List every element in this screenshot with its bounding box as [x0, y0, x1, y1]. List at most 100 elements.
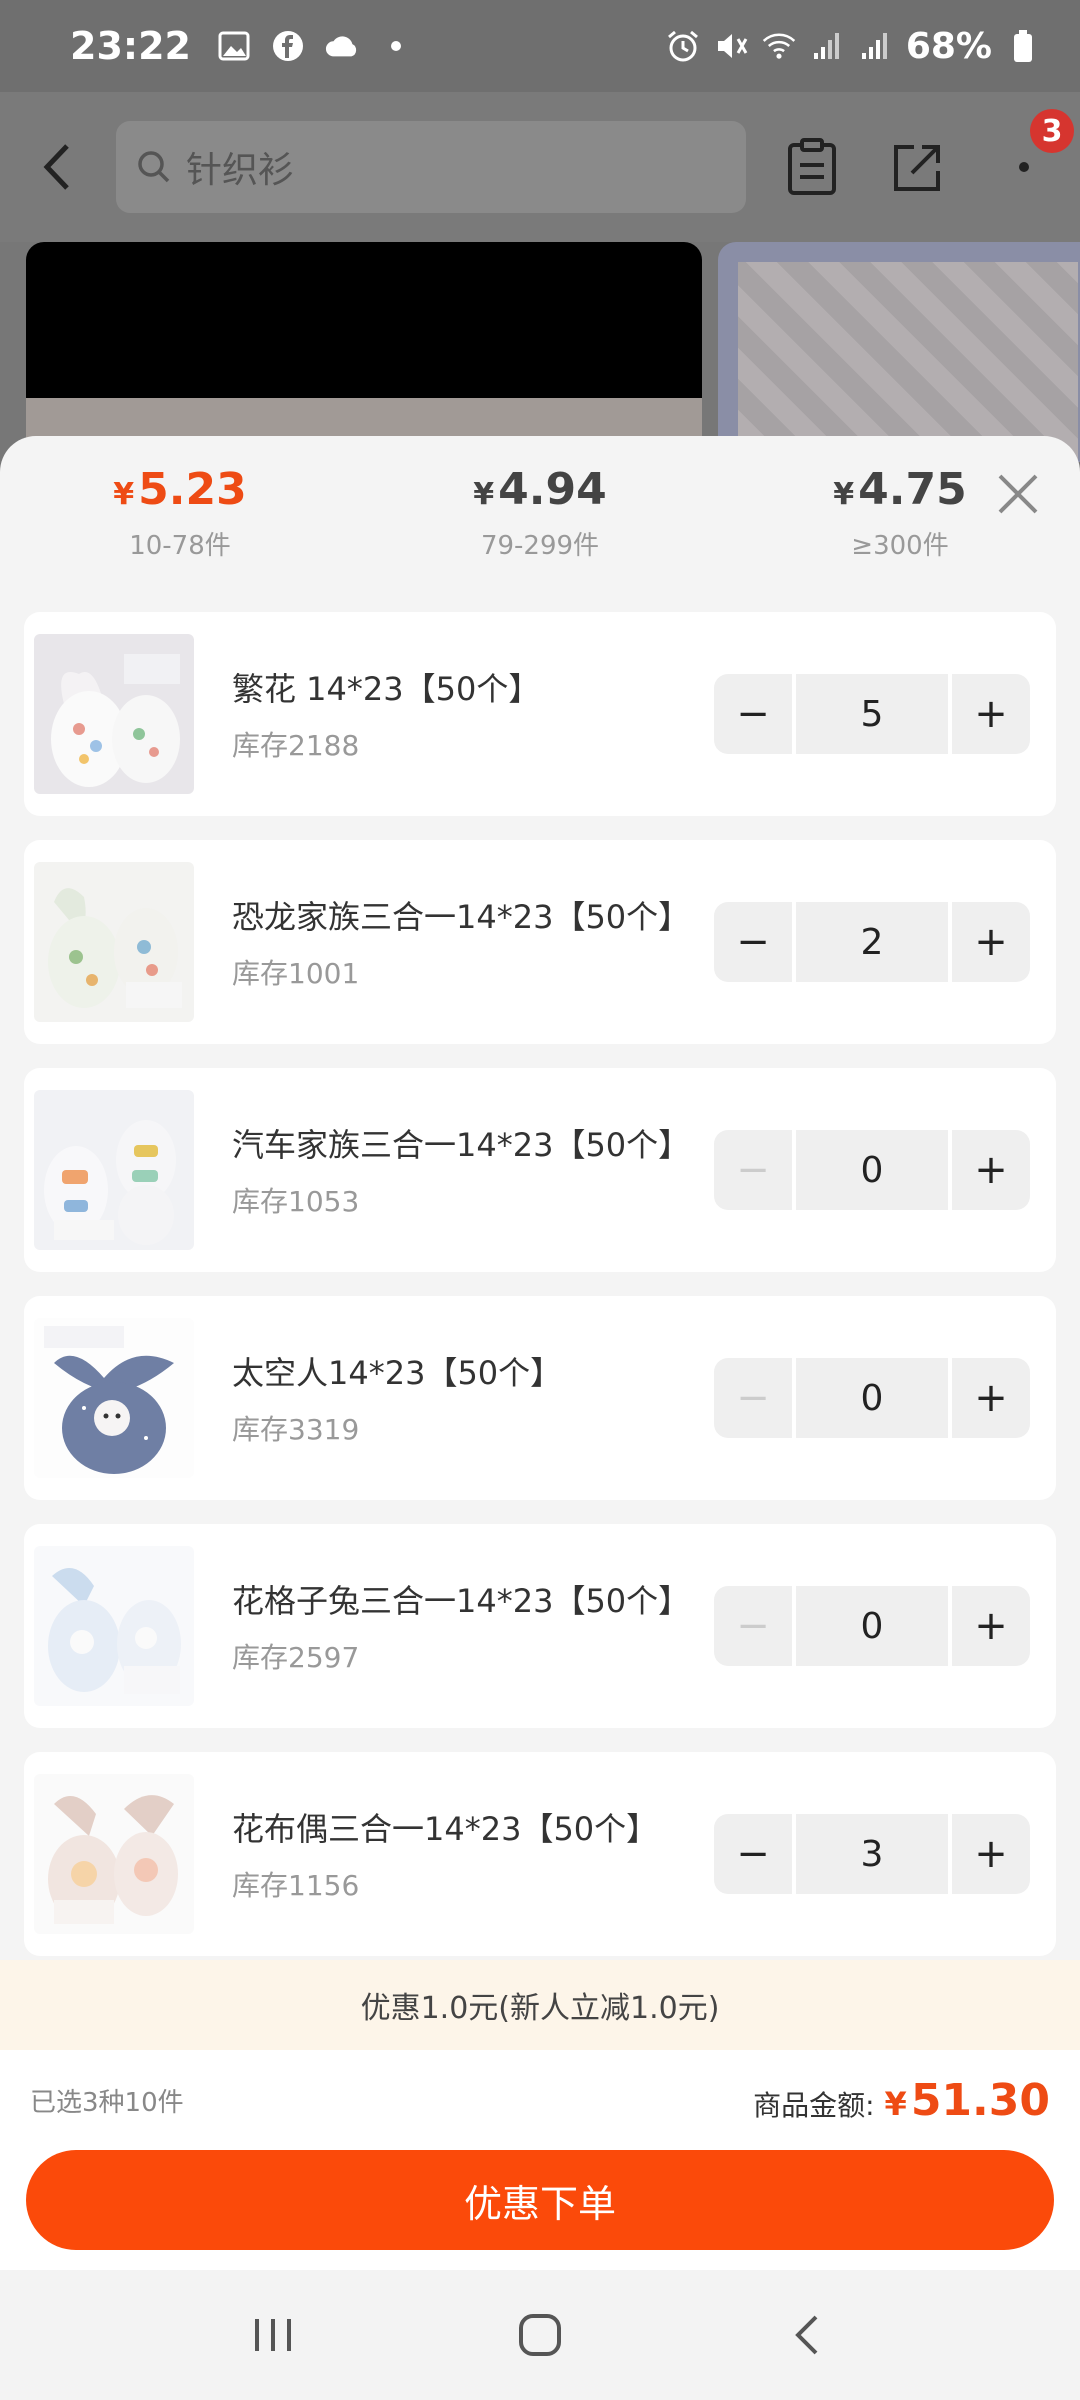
- sku-list: 繁花 14*23【50个】 库存2188 − 5 + 恐龙家族三合一14*23【…: [24, 612, 1056, 1980]
- battery-percent: 68%: [905, 25, 992, 67]
- decrease-button[interactable]: −: [714, 674, 792, 754]
- sku-thumbnail[interactable]: [34, 1318, 194, 1478]
- sku-row: 汽车家族三合一14*23【50个】 库存1053 − 0 +: [24, 1068, 1056, 1272]
- signal-icon: [858, 29, 892, 63]
- product-card[interactable]: [718, 242, 1080, 462]
- sku-name: 花布偶三合一14*23【50个】: [232, 1810, 659, 1848]
- sku-stock: 库存2597: [232, 1641, 360, 1674]
- back-arrow-icon: [43, 144, 69, 190]
- selected-count: 已选3种10件: [30, 2087, 184, 2118]
- quantity-input[interactable]: 0: [796, 1586, 948, 1666]
- system-nav-bar: [0, 2270, 1080, 2400]
- sku-thumbnail[interactable]: [34, 1546, 194, 1706]
- decrease-button[interactable]: −: [714, 1586, 792, 1666]
- tier-range: 10-78件: [129, 531, 231, 561]
- search-input[interactable]: 针织衫: [116, 121, 746, 213]
- increase-button[interactable]: +: [952, 1358, 1030, 1438]
- status-time: 23:22: [70, 24, 191, 68]
- sku-thumbnail[interactable]: [34, 634, 194, 794]
- status-bar: 23:22 68%: [0, 0, 1080, 92]
- recent-apps-icon: [255, 2319, 292, 2351]
- sku-row: 恐龙家族三合一14*23【50个】 库存1001 − 2 +: [24, 840, 1056, 1044]
- back-button[interactable]: [26, 137, 86, 197]
- quantity-stepper: − 0 +: [714, 1586, 1030, 1666]
- cart-badge: 3: [1030, 109, 1074, 153]
- quantity-input[interactable]: 0: [796, 1130, 948, 1210]
- clipboard-icon: [788, 138, 836, 195]
- gallery-icon: [217, 29, 251, 63]
- quantity-stepper: − 5 +: [714, 674, 1030, 754]
- tier-price: ¥4.94: [473, 464, 607, 515]
- cloud-icon: [325, 29, 359, 63]
- more-icon: [1019, 162, 1029, 172]
- share-icon: [894, 145, 940, 191]
- recent-apps-button[interactable]: [233, 2295, 313, 2375]
- quantity-input[interactable]: 2: [796, 902, 948, 982]
- sku-thumbnail[interactable]: [34, 1090, 194, 1250]
- promo-bar: 优惠1.0元(新人立减1.0元): [0, 1960, 1080, 2050]
- search-text: 针织衫: [186, 150, 295, 191]
- wifi-icon: [762, 29, 796, 63]
- mute-icon: [714, 29, 748, 63]
- sku-row: 花格子兔三合一14*23【50个】 库存2597 − 0 +: [24, 1524, 1056, 1728]
- quantity-stepper: − 0 +: [714, 1130, 1030, 1210]
- sku-name: 汽车家族三合一14*23【50个】: [232, 1126, 691, 1164]
- sku-stock: 库存1156: [232, 1869, 360, 1902]
- dot-icon: [379, 29, 413, 63]
- system-back-button[interactable]: [767, 2295, 847, 2375]
- sku-thumbnail[interactable]: [34, 1774, 194, 1934]
- increase-button[interactable]: +: [952, 1586, 1030, 1666]
- sku-bottom-sheet: ¥5.23 10-78件 ¥4.94 79-299件 ¥4.75 ≥300件 繁…: [0, 436, 1080, 2270]
- increase-button[interactable]: +: [952, 674, 1030, 754]
- clipboard-button[interactable]: [782, 137, 842, 197]
- sku-row: 花布偶三合一14*23【50个】 库存1156 − 3 +: [24, 1752, 1056, 1956]
- quantity-stepper: − 2 +: [714, 902, 1030, 982]
- sku-stock: 库存1053: [232, 1185, 360, 1218]
- total-amount: ¥51.30: [884, 2074, 1050, 2126]
- tier-range: 79-299件: [480, 531, 600, 561]
- close-icon: [998, 474, 1038, 514]
- facebook-icon: [271, 29, 305, 63]
- system-back-icon: [794, 2315, 818, 2355]
- decrease-button[interactable]: −: [714, 1130, 792, 1210]
- search-icon: [138, 151, 170, 183]
- product-image: [738, 262, 1078, 462]
- tier-range: ≥300件: [851, 531, 949, 561]
- sku-name: 繁花 14*23【50个】: [232, 670, 541, 708]
- quantity-input[interactable]: 3: [796, 1814, 948, 1894]
- decrease-button[interactable]: −: [714, 902, 792, 982]
- quantity-input[interactable]: 0: [796, 1358, 948, 1438]
- price-tiers: ¥5.23 10-78件 ¥4.94 79-299件 ¥4.75 ≥300件: [0, 436, 1080, 596]
- sku-row: 繁花 14*23【50个】 库存2188 − 5 +: [24, 612, 1056, 816]
- total-price: 商品金额: ¥51.30: [753, 2075, 1050, 2126]
- alarm-icon: [666, 29, 700, 63]
- sku-name: 太空人14*23【50个】: [232, 1354, 563, 1392]
- share-button[interactable]: [888, 137, 948, 197]
- sku-name: 恐龙家族三合一14*23【50个】: [232, 898, 691, 936]
- sku-stock: 库存3319: [232, 1413, 360, 1446]
- sku-stock: 库存2188: [232, 729, 360, 762]
- price-tier: ¥5.23 10-78件: [30, 464, 330, 562]
- close-button[interactable]: [990, 466, 1046, 522]
- home-icon: [518, 2314, 561, 2356]
- price-tier: ¥4.94 79-299件: [390, 464, 690, 562]
- place-order-button[interactable]: 优惠下单: [26, 2150, 1054, 2250]
- quantity-stepper: − 0 +: [714, 1358, 1030, 1438]
- order-area: 优惠下单: [0, 2150, 1080, 2270]
- decrease-button[interactable]: −: [714, 1814, 792, 1894]
- quantity-stepper: − 3 +: [714, 1814, 1030, 1894]
- tier-price: ¥5.23: [113, 464, 247, 515]
- increase-button[interactable]: +: [952, 1130, 1030, 1210]
- decrease-button[interactable]: −: [714, 1358, 792, 1438]
- sku-thumbnail[interactable]: [34, 862, 194, 1022]
- sku-stock: 库存1001: [232, 957, 360, 990]
- increase-button[interactable]: +: [952, 902, 1030, 982]
- signal-icon: [810, 29, 844, 63]
- increase-button[interactable]: +: [952, 1814, 1030, 1894]
- total-label: 商品金额:: [753, 2088, 875, 2122]
- home-button[interactable]: [500, 2295, 580, 2375]
- battery-icon: [1006, 29, 1040, 63]
- sku-row: 太空人14*23【50个】 库存3319 − 0 +: [24, 1296, 1056, 1500]
- quantity-input[interactable]: 5: [796, 674, 948, 754]
- more-button[interactable]: 3: [994, 109, 1074, 197]
